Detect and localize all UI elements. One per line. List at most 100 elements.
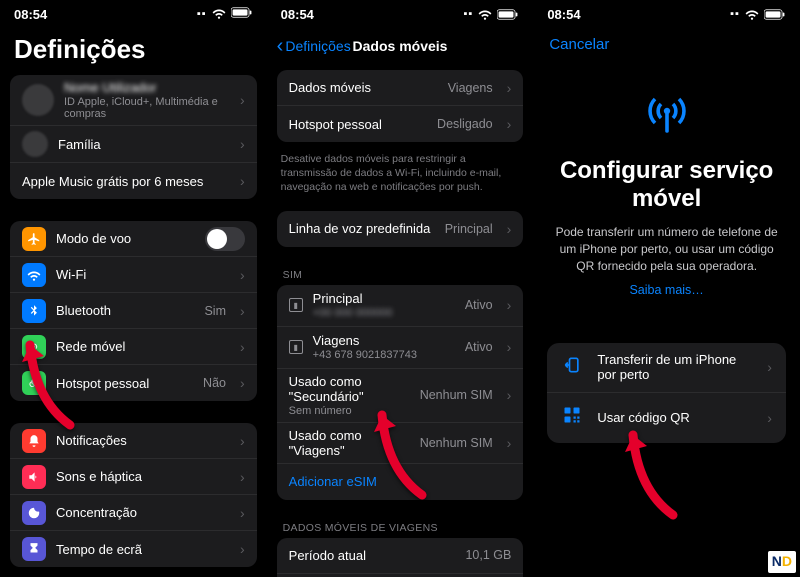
transfer-label: Transferir de um iPhone por perto (597, 352, 749, 382)
chevron-right-icon: › (240, 303, 245, 319)
sounds-row[interactable]: Sons e háptica › (10, 459, 257, 495)
bell-icon (22, 429, 46, 453)
dual-sim-icon: ▪▪ (197, 8, 207, 20)
bluetooth-value: Sim (204, 304, 226, 318)
status-icons: ▪▪ (197, 6, 253, 23)
hotspot-label: Hotspot pessoal (289, 117, 427, 132)
chevron-right-icon: › (240, 136, 245, 152)
family-label: Família (58, 137, 226, 152)
music-promo-row[interactable]: Apple Music grátis por 6 meses › (10, 163, 257, 199)
sim-status: Ativo (465, 298, 493, 312)
hotspot-icon (22, 371, 46, 395)
status-bar: 08:54 ▪▪ (267, 0, 534, 28)
cellular-row[interactable]: Rede móvel › (10, 329, 257, 365)
data-group: Dados móveis Viagens › Hotspot pessoal D… (277, 70, 524, 142)
sim-status: Nenhum SIM (420, 388, 493, 402)
voice-group: Linha de voz predefinida Principal › (277, 211, 524, 247)
nav-bar: ‹ Definições Dados móveis (267, 28, 534, 64)
cellular-label: Rede móvel (56, 339, 226, 354)
chevron-right-icon: › (240, 469, 245, 485)
voice-label: Linha de voz predefinida (289, 221, 435, 236)
status-icons: ▪▪ (730, 7, 786, 21)
chevron-right-icon: › (507, 435, 512, 451)
hero-title: Configurar serviço móvel (553, 157, 780, 212)
qr-icon (561, 406, 583, 429)
hotspot-value: Desligado (437, 117, 493, 131)
apple-id-sub: ID Apple, iCloud+, Multimédia e compras (64, 96, 226, 120)
screentime-row[interactable]: Tempo de ecrã › (10, 531, 257, 567)
wifi-icon (22, 263, 46, 287)
period-label: Período atual (289, 548, 456, 563)
apple-id-row[interactable]: Nome Utilizador ID Apple, iCloud+, Multi… (10, 75, 257, 126)
data-note: Desative dados móveis para restringir a … (267, 146, 534, 195)
period-value: 10,1 GB (465, 548, 511, 562)
sim-primary-row[interactable]: ▮ Principal +00 000 000000 Ativo › (277, 285, 524, 327)
cellular-data-row[interactable]: Dados móveis Viagens › (277, 70, 524, 106)
learn-more-link[interactable]: Saiba mais… (553, 283, 780, 297)
wifi-label: Wi-Fi (56, 267, 216, 282)
family-row[interactable]: Família › (10, 126, 257, 163)
apple-id-group: Nome Utilizador ID Apple, iCloud+, Multi… (10, 75, 257, 199)
hotspot-row[interactable]: Hotspot pessoal Não › (10, 365, 257, 401)
connectivity-group: Modo de voo Wi-Fi › Bluetooth Sim › Rede… (10, 221, 257, 401)
sim-header: SIM (267, 269, 534, 285)
airplane-icon (22, 227, 46, 251)
focus-row[interactable]: Concentração › (10, 495, 257, 531)
airplane-row[interactable]: Modo de voo (10, 221, 257, 257)
wifi-icon (478, 7, 492, 21)
qr-code-row[interactable]: Usar código QR › (547, 393, 786, 443)
antenna-icon (643, 87, 691, 145)
transfer-iphone-row[interactable]: Transferir de um iPhone por perto › (547, 343, 786, 393)
roaming-row[interactable]: Roaming atual 10,1 GB (277, 574, 524, 577)
qr-label: Usar código QR (597, 410, 749, 425)
sim-travel2-row[interactable]: Usado como "Viagens" Nenhum SIM › (277, 423, 524, 464)
add-esim-label: Adicionar eSIM (289, 474, 512, 489)
sim-number: Sem número (289, 405, 410, 417)
bluetooth-label: Bluetooth (56, 303, 194, 318)
avatar (22, 131, 48, 157)
screen-cellular: 08:54 ▪▪ ‹ Definições Dados móveis Dados… (267, 0, 534, 577)
setup-options: Transferir de um iPhone por perto › Usar… (547, 343, 786, 443)
wifi-row[interactable]: Wi-Fi › (10, 257, 257, 293)
clock: 08:54 (547, 7, 580, 22)
chevron-right-icon: › (240, 541, 245, 557)
focus-label: Concentração (56, 505, 226, 520)
speaker-icon (22, 465, 46, 489)
status-bar: 08:54 ▪▪ (533, 0, 800, 28)
clock: 08:54 (281, 7, 314, 22)
notifications-row[interactable]: Notificações › (10, 423, 257, 459)
sim-secondary-row[interactable]: Usado como "Secundário" Sem número Nenhu… (277, 369, 524, 423)
chevron-right-icon: › (240, 339, 245, 355)
music-promo-label: Apple Music grátis por 6 meses (22, 174, 226, 189)
bluetooth-row[interactable]: Bluetooth Sim › (10, 293, 257, 329)
nav-title: Dados móveis (267, 38, 534, 54)
chevron-right-icon: › (767, 359, 772, 375)
chevron-right-icon: › (240, 433, 245, 449)
sim-travel-row[interactable]: ▮ Viagens +43 678 9021837743 Ativo › (277, 327, 524, 369)
chevron-right-icon: › (507, 221, 512, 237)
chevron-right-icon: › (507, 116, 512, 132)
screen-settings: 08:54 ▪▪ Definições Nome Utilizador ID A… (0, 0, 267, 577)
battery-icon (764, 9, 786, 20)
sim-status: Ativo (465, 340, 493, 354)
current-period-row[interactable]: Período atual 10,1 GB (277, 538, 524, 574)
hourglass-icon (22, 537, 46, 561)
sim-label: Principal (313, 291, 363, 306)
transfer-icon (561, 355, 583, 380)
cellular-data-label: Dados móveis (289, 80, 438, 95)
hotspot-label: Hotspot pessoal (56, 376, 193, 391)
hotspot-row[interactable]: Hotspot pessoal Desligado › (277, 106, 524, 142)
cancel-button[interactable]: Cancelar (533, 28, 800, 57)
airplane-toggle[interactable] (205, 227, 245, 251)
hero-body: Pode transferir um número de telefone de… (553, 224, 780, 274)
sim-icon: ▮ (289, 298, 303, 312)
add-esim-row[interactable]: Adicionar eSIM (277, 464, 524, 500)
hero: Configurar serviço móvel Pode transferir… (533, 57, 800, 307)
hotspot-value: Não (203, 376, 226, 390)
travel-data-header: DADOS MÓVEIS DE VIAGENS (267, 522, 534, 538)
sim-label: Usado como "Viagens" (289, 428, 410, 458)
cellular-data-value: Viagens (448, 81, 493, 95)
voice-line-row[interactable]: Linha de voz predefinida Principal › (277, 211, 524, 247)
clock: 08:54 (14, 7, 47, 22)
sim-group: ▮ Principal +00 000 000000 Ativo › ▮ Via… (277, 285, 524, 500)
